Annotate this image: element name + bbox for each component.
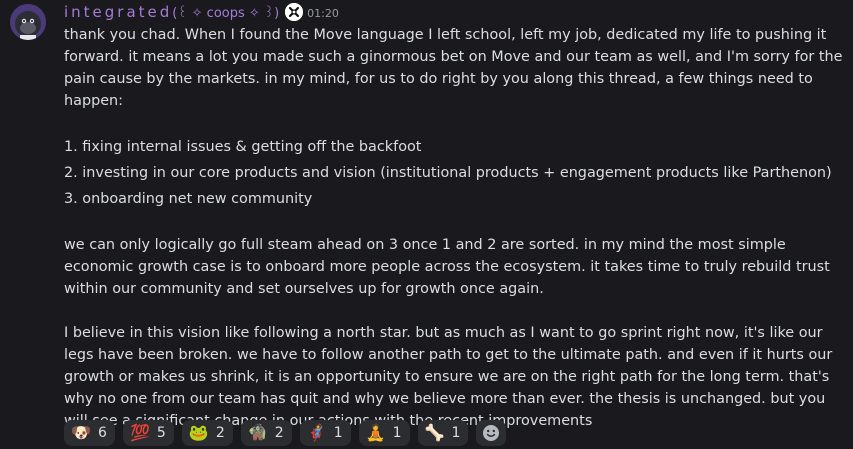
reaction-frog[interactable]: 🐸 2 [181,420,233,446]
message-header: integrated (꒰ ✧ coops ✧ ꒱) 01:20 [64,1,339,23]
message-paragraph: I believe in this vision like following … [64,325,833,429]
reaction-dog[interactable]: 🐶 6 [64,420,115,446]
add-reaction-button[interactable] [476,420,507,446]
reaction-count: 1 [333,425,343,441]
reactions-bar: 🐶 6 💯 5 🐸 2 🧌 2 🦸 1 🧘 1 🦴 1 [64,420,507,446]
reaction-count: 1 [451,425,461,441]
person-icon: 🧘 [365,423,386,442]
reaction-count: 2 [274,425,284,441]
frog-icon: 🐸 [188,423,209,442]
hundred-points-icon: 💯 [129,423,150,442]
message-paragraph: we can only logically go full steam ahea… [64,237,830,297]
reaction-hundred-points[interactable]: 💯 5 [122,420,174,446]
superhero-icon: 🦸 [306,423,327,442]
reaction-count: 5 [156,425,166,441]
reaction-count: 1 [392,425,402,441]
list-item: 2. investing in our core products and vi… [64,165,832,181]
reaction-count: 6 [98,425,107,441]
list-item: 1. fixing internal issues & getting off … [64,139,422,155]
reaction-count: 2 [215,425,225,441]
message-body: thank you chad. When I found the Move la… [64,24,844,432]
username-suffix[interactable]: (꒰ ✧ coops ✧ ꒱) [172,4,279,21]
skeleton-icon: 🦴 [424,423,445,442]
username[interactable]: integrated [64,3,172,21]
dog-icon: 🐶 [71,423,91,442]
gorilla-avatar-icon [10,4,46,40]
user-avatar[interactable] [10,4,46,40]
server-badge-icon[interactable] [285,3,304,21]
reaction-person[interactable]: 🧘 1 [358,420,410,446]
reaction-skeleton[interactable]: 🦴 1 [417,420,469,446]
list-item: 3. onboarding net new community [64,191,313,207]
reaction-superhero[interactable]: 🦸 1 [299,420,351,446]
smiley-icon [483,425,500,441]
chat-message: integrated (꒰ ✧ coops ✧ ꒱) 01:20 thank y… [0,0,853,449]
message-timestamp[interactable]: 01:20 [307,7,339,20]
reaction-goblin[interactable]: 🧌 2 [240,420,292,446]
message-paragraph: thank you chad. When I found the Move la… [64,27,843,109]
goblin-icon: 🧌 [247,423,268,442]
